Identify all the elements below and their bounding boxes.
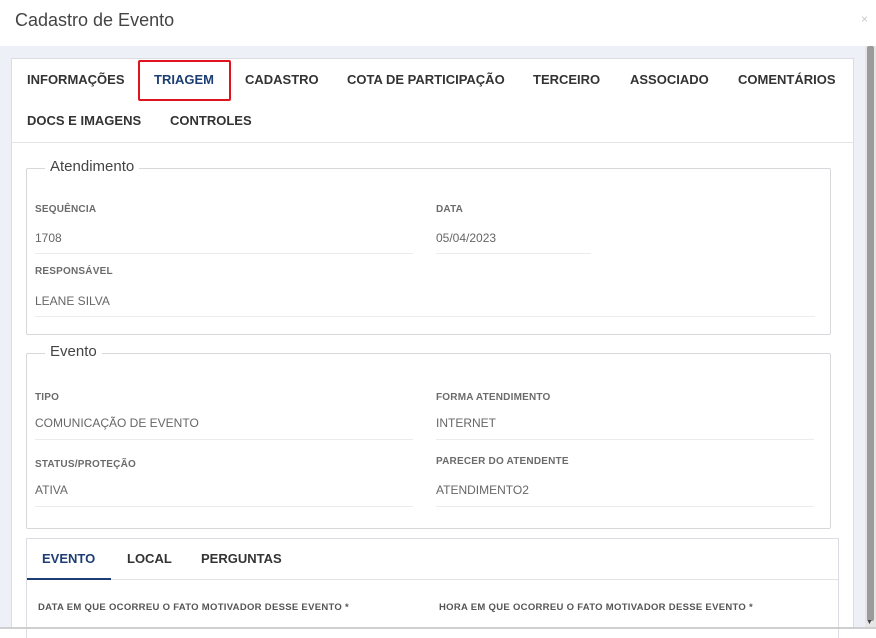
parecer-atendente-underline <box>436 506 814 507</box>
data-value: 05/04/2023 <box>436 231 497 245</box>
data-ocorrencia-label: DATA EM QUE OCORREU O FATO MOTIVADOR DES… <box>38 602 350 613</box>
sequencia-underline <box>35 253 413 254</box>
atendimento-legend: Atendimento <box>45 158 140 175</box>
forma-atendimento-value: INTERNET <box>436 416 496 430</box>
hora-ocorrencia-label: HORA EM QUE OCORREU O FATO MOTIVADOR DES… <box>439 602 754 613</box>
close-icon[interactable]: × <box>861 12 868 26</box>
event-card: INFORMAÇÕES TRIAGEM CADASTRO COTA DE PAR… <box>11 58 854 638</box>
subtab-evento[interactable]: EVENTO <box>42 551 95 566</box>
subtab-bar: EVENTO LOCAL PERGUNTAS <box>27 539 838 580</box>
event-subtabs-panel: EVENTO LOCAL PERGUNTAS DATA EM QUE OCORR… <box>26 538 839 638</box>
modal-header: Cadastro de Evento × <box>0 0 876 46</box>
tab-terceiro[interactable]: TERCEIRO <box>533 72 600 87</box>
active-tab-highlight <box>138 60 231 101</box>
tab-controles[interactable]: CONTROLES <box>170 113 252 128</box>
scroll-down-arrow-icon[interactable]: ▼ <box>866 619 873 627</box>
tab-docs-e-imagens[interactable]: DOCS E IMAGENS <box>27 113 141 128</box>
parecer-atendente-value: ATENDIMENTO2 <box>436 483 529 497</box>
scrollbar[interactable]: ▼ <box>865 46 876 629</box>
tab-cadastro[interactable]: CADASTRO <box>245 72 319 87</box>
forma-atendimento-underline <box>436 439 814 440</box>
tab-comentarios[interactable]: COMENTÁRIOS <box>738 72 836 87</box>
data-label: DATA <box>436 204 464 215</box>
forma-atendimento-label: FORMA ATENDIMENTO <box>436 392 551 403</box>
subtab-perguntas[interactable]: PERGUNTAS <box>201 551 282 566</box>
active-subtab-underline <box>27 578 111 580</box>
tab-associado[interactable]: ASSOCIADO <box>630 72 709 87</box>
status-protecao-underline <box>35 506 413 507</box>
responsavel-value: LEANE SILVA <box>35 294 110 308</box>
sequencia-label: SEQUÊNCIA <box>35 204 97 215</box>
subtab-local[interactable]: LOCAL <box>127 551 172 566</box>
main-tabs: INFORMAÇÕES TRIAGEM CADASTRO COTA DE PAR… <box>12 59 853 143</box>
event-registration-modal: Cadastro de Evento × ▼ INFORMAÇÕES TRIAG… <box>0 0 876 638</box>
tipo-underline <box>35 439 413 440</box>
tab-informacoes[interactable]: INFORMAÇÕES <box>27 72 125 87</box>
evento-section: Evento TIPO COMUNICAÇÃO DE EVENTO FORMA … <box>26 343 831 529</box>
parecer-atendente-label: PARECER DO ATENDENTE <box>436 456 569 467</box>
status-protecao-label: STATUS/PROTEÇÃO <box>35 459 136 470</box>
tipo-value: COMUNICAÇÃO DE EVENTO <box>35 416 199 430</box>
evento-legend: Evento <box>45 343 102 360</box>
scrollbar-thumb[interactable] <box>867 46 874 621</box>
status-protecao-value: ATIVA <box>35 483 68 497</box>
tipo-label: TIPO <box>35 392 60 403</box>
responsavel-underline <box>35 316 815 317</box>
data-underline <box>436 253 591 254</box>
responsavel-label: RESPONSÁVEL <box>35 266 113 277</box>
modal-title: Cadastro de Evento <box>15 10 175 30</box>
sequencia-value: 1708 <box>35 231 62 245</box>
tab-cota-de-participacao[interactable]: COTA DE PARTICIPAÇÃO <box>347 72 505 87</box>
atendimento-section: Atendimento SEQUÊNCIA 1708 DATA 05/04/20… <box>26 158 831 335</box>
